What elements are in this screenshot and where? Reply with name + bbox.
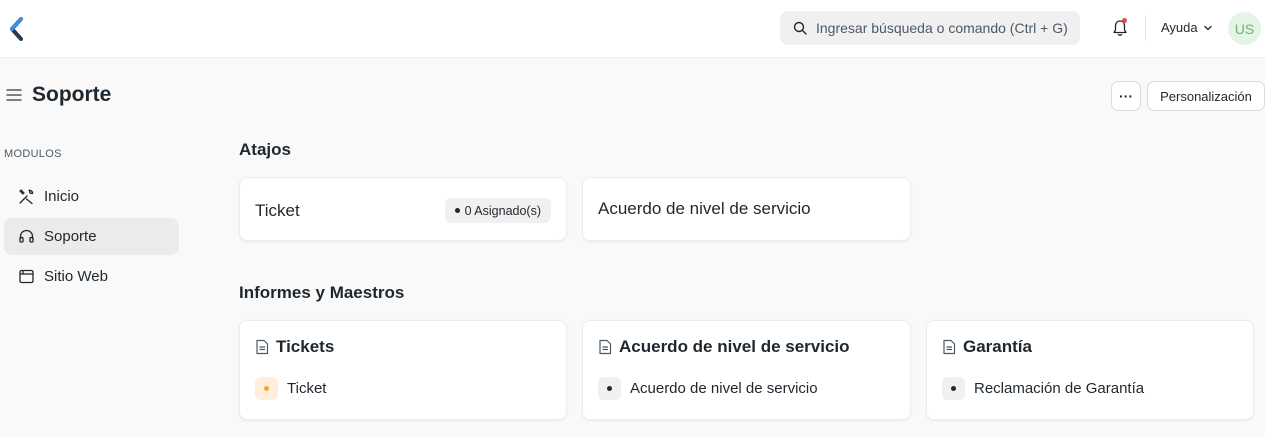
shortcuts-title: Atajos xyxy=(239,140,291,159)
help-dropdown[interactable]: Ayuda xyxy=(1161,20,1213,35)
search-icon xyxy=(793,21,807,35)
report-link[interactable]: Ticket xyxy=(255,377,326,400)
shortcut-card-sla[interactable]: Acuerdo de nivel de servicio xyxy=(582,177,911,241)
assigned-count-badge: 0 Asignado(s) xyxy=(444,198,551,223)
report-link-label: Acuerdo de nivel de servicio xyxy=(630,380,818,397)
badge-label: 0 Asignado(s) xyxy=(464,203,541,218)
report-link-label: Reclamación de Garantía xyxy=(974,380,1145,397)
sidebar-item-label: Sitio Web xyxy=(44,268,108,285)
bullet-icon xyxy=(942,377,965,400)
tools-icon xyxy=(19,189,34,205)
report-card-sla: Acuerdo de nivel de servicio Acuerdo de … xyxy=(582,320,911,420)
card-header: Acuerdo de nivel de servicio xyxy=(598,337,850,357)
shortcut-card-ticket[interactable]: Ticket 0 Asignado(s) xyxy=(239,177,567,241)
customize-button[interactable]: Personalización xyxy=(1147,81,1265,111)
app-logo-icon[interactable] xyxy=(9,17,25,41)
more-options-button[interactable]: ··· xyxy=(1111,81,1141,111)
navbar-divider xyxy=(1145,15,1146,41)
report-link-label: Ticket xyxy=(287,380,327,397)
document-icon xyxy=(943,339,956,355)
help-label: Ayuda xyxy=(1161,20,1198,35)
notifications-button[interactable] xyxy=(1110,18,1130,38)
report-card-tickets: Tickets Ticket xyxy=(239,320,567,420)
document-icon xyxy=(256,339,269,355)
bell-icon xyxy=(1113,20,1127,36)
badge-dot-icon xyxy=(454,208,460,213)
sidebar-item-label: Soporte xyxy=(44,228,97,245)
bullet-icon xyxy=(598,377,621,400)
sidebar-item-soporte[interactable]: Soporte xyxy=(4,218,179,255)
browser-icon xyxy=(19,269,34,284)
card-header: Garantía xyxy=(942,337,1032,357)
search-bar[interactable]: Ingresar búsqueda o comando (Ctrl + G) xyxy=(780,11,1080,45)
card-header: Tickets xyxy=(255,337,334,357)
card-title: Garantía xyxy=(963,337,1032,356)
bullet-icon xyxy=(255,377,278,400)
search-placeholder: Ingresar búsqueda o comando (Ctrl + G) xyxy=(816,20,1068,36)
reports-title: Informes y Maestros xyxy=(239,283,405,302)
sidebar-item-label: Inicio xyxy=(44,188,80,205)
chevron-down-icon xyxy=(1203,25,1212,30)
card-title: Acuerdo de nivel de servicio xyxy=(619,337,850,356)
avatar[interactable]: US xyxy=(1228,12,1261,45)
sidebar-item-inicio[interactable]: Inicio xyxy=(4,178,179,215)
notification-dot xyxy=(1122,18,1127,23)
headset-icon xyxy=(19,229,34,243)
sidebar-toggle-icon[interactable] xyxy=(6,88,22,102)
shortcut-label: Ticket xyxy=(255,201,300,220)
sidebar-section-label: MODULOS xyxy=(4,148,62,160)
navbar: Ingresar búsqueda o comando (Ctrl + G) A… xyxy=(0,0,1265,58)
sidebar-item-sitio-web[interactable]: Sitio Web xyxy=(4,258,179,295)
document-icon xyxy=(599,339,612,355)
report-card-warranty: Garantía Reclamación de Garantía xyxy=(926,320,1254,420)
page-title: Soporte xyxy=(32,83,112,106)
report-link[interactable]: Reclamación de Garantía xyxy=(942,377,1144,400)
card-title: Tickets xyxy=(276,337,335,356)
report-link[interactable]: Acuerdo de nivel de servicio xyxy=(598,377,818,400)
shortcut-label: Acuerdo de nivel de servicio xyxy=(598,199,811,218)
